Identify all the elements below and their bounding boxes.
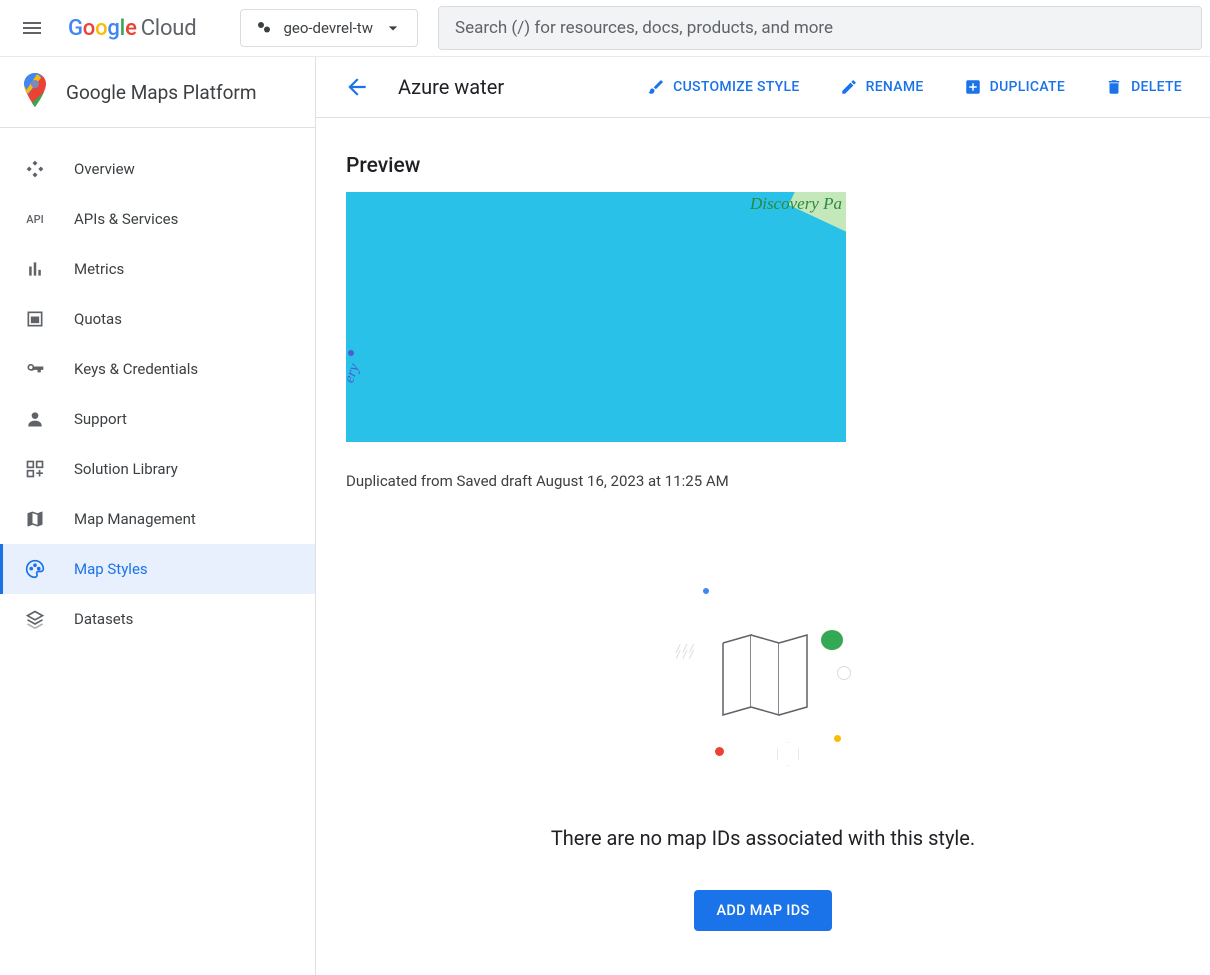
- overview-icon: [24, 159, 46, 179]
- sidebar-item-label: Overview: [74, 160, 135, 178]
- project-selector[interactable]: geo-devrel-tw: [240, 9, 418, 47]
- sidebar-item-label: Metrics: [74, 260, 124, 278]
- map-icon: [24, 509, 46, 529]
- quotas-icon: [24, 309, 46, 329]
- sidebar-title: Google Maps Platform: [66, 81, 257, 104]
- edit-icon: [840, 78, 858, 96]
- sidebar-item-label: Map Styles: [74, 560, 148, 578]
- action-label: DUPLICATE: [990, 79, 1065, 95]
- sidebar-item-label: Map Management: [74, 510, 196, 528]
- search-input[interactable]: [455, 18, 1185, 38]
- map-fold-icon: [713, 625, 813, 725]
- sidebar-header: Google Maps Platform: [0, 57, 315, 128]
- action-label: CUSTOMIZE STYLE: [673, 79, 799, 95]
- search-box[interactable]: [438, 6, 1202, 50]
- sidebar: Google Maps Platform Overview API APIs &…: [0, 57, 316, 975]
- api-icon: API: [24, 213, 46, 226]
- sidebar-item-label: Quotas: [74, 310, 122, 328]
- sidebar-item-solutions[interactable]: Solution Library: [0, 444, 315, 494]
- sidebar-item-label: Keys & Credentials: [74, 360, 198, 378]
- logo-cloud-text: Cloud: [141, 16, 197, 41]
- project-icon: [255, 19, 273, 37]
- sidebar-item-quotas[interactable]: Quotas: [0, 294, 315, 344]
- sidebar-item-datasets[interactable]: Datasets: [0, 594, 315, 644]
- layers-icon: [24, 609, 46, 629]
- map-dot: [348, 350, 354, 356]
- project-name: geo-devrel-tw: [283, 19, 373, 37]
- palette-icon: [24, 559, 46, 579]
- sidebar-item-support[interactable]: Support: [0, 394, 315, 444]
- menu-icon[interactable]: [8, 4, 56, 52]
- sidebar-item-apis[interactable]: API APIs & Services: [0, 194, 315, 244]
- map-label-discovery: Discovery Pa: [750, 194, 842, 214]
- page-title: Azure water: [398, 75, 504, 99]
- map-label-ferry: ery: [346, 362, 364, 386]
- action-label: DELETE: [1131, 79, 1182, 95]
- sidebar-item-overview[interactable]: Overview: [0, 144, 315, 194]
- delete-button[interactable]: DELETE: [1105, 78, 1182, 96]
- action-label: RENAME: [866, 79, 924, 95]
- trash-icon: [1105, 78, 1123, 96]
- empty-state-message: There are no map IDs associated with thi…: [551, 826, 975, 850]
- metrics-icon: [24, 259, 46, 279]
- sidebar-item-label: Datasets: [74, 610, 133, 628]
- plus-box-icon: [964, 78, 982, 96]
- page-header: Azure water CUSTOMIZE STYLE RENAME DUPLI…: [316, 57, 1210, 118]
- sidebar-item-map-styles[interactable]: Map Styles: [0, 544, 315, 594]
- sidebar-item-keys[interactable]: Keys & Credentials: [0, 344, 315, 394]
- chevron-down-icon: [383, 18, 403, 38]
- add-map-ids-button[interactable]: ADD MAP IDS: [694, 890, 831, 931]
- main-content: Azure water CUSTOMIZE STYLE RENAME DUPLI…: [316, 57, 1210, 975]
- google-cloud-logo[interactable]: Google Cloud: [68, 16, 196, 41]
- key-icon: [24, 359, 46, 379]
- person-icon: [24, 409, 46, 429]
- sidebar-item-label: Solution Library: [74, 460, 178, 478]
- apps-icon: [24, 459, 46, 479]
- empty-state: ////// There are no map IDs associated w…: [346, 580, 1180, 931]
- empty-state-illustration: //////: [673, 580, 853, 770]
- rename-button[interactable]: RENAME: [840, 78, 924, 96]
- main-body: Preview Discovery Pa ery Duplicated from…: [316, 118, 1210, 967]
- global-header: Google Cloud geo-devrel-tw: [0, 0, 1210, 57]
- maps-pin-icon: [22, 73, 48, 111]
- duplicated-from-text: Duplicated from Saved draft August 16, 2…: [346, 472, 1180, 490]
- sidebar-item-map-management[interactable]: Map Management: [0, 494, 315, 544]
- preview-heading: Preview: [346, 154, 1180, 178]
- back-arrow-icon[interactable]: [344, 74, 370, 100]
- sidebar-item-metrics[interactable]: Metrics: [0, 244, 315, 294]
- sidebar-item-label: APIs & Services: [74, 210, 178, 228]
- duplicate-button[interactable]: DUPLICATE: [964, 78, 1065, 96]
- brush-icon: [647, 78, 665, 96]
- map-preview: Discovery Pa ery: [346, 192, 846, 442]
- action-buttons: CUSTOMIZE STYLE RENAME DUPLICATE DELETE: [647, 78, 1182, 96]
- customize-style-button[interactable]: CUSTOMIZE STYLE: [647, 78, 799, 96]
- sidebar-nav: Overview API APIs & Services Metrics Quo…: [0, 128, 315, 644]
- sidebar-item-label: Support: [74, 410, 127, 428]
